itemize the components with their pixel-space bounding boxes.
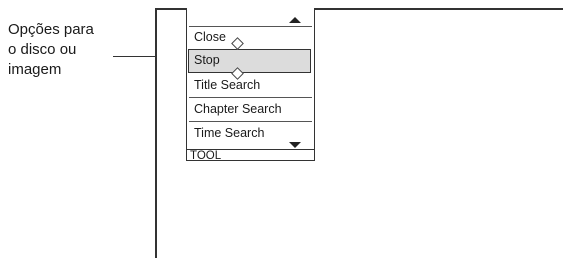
menu-item-close[interactable]: Close [188, 25, 311, 49]
scroll-up-icon[interactable] [289, 17, 301, 23]
callout-label: Opções para o disco ou imagem [8, 20, 128, 80]
menu-item-stop[interactable]: Stop [188, 49, 311, 73]
callout-line-2: o disco ou [8, 41, 77, 58]
tool-menu: Close Stop Title Search Chapter Search T… [186, 8, 315, 162]
menu-footer-label: TOOL [187, 149, 314, 162]
callout-line-1: Opções para [8, 21, 94, 38]
scroll-down-icon[interactable] [289, 142, 301, 148]
menu-item-chapter-search[interactable]: Chapter Search [188, 97, 311, 121]
callout-line-3: imagem [8, 61, 62, 78]
menu-item-title-search[interactable]: Title Search [188, 73, 311, 97]
callout-leader-line [113, 56, 156, 57]
